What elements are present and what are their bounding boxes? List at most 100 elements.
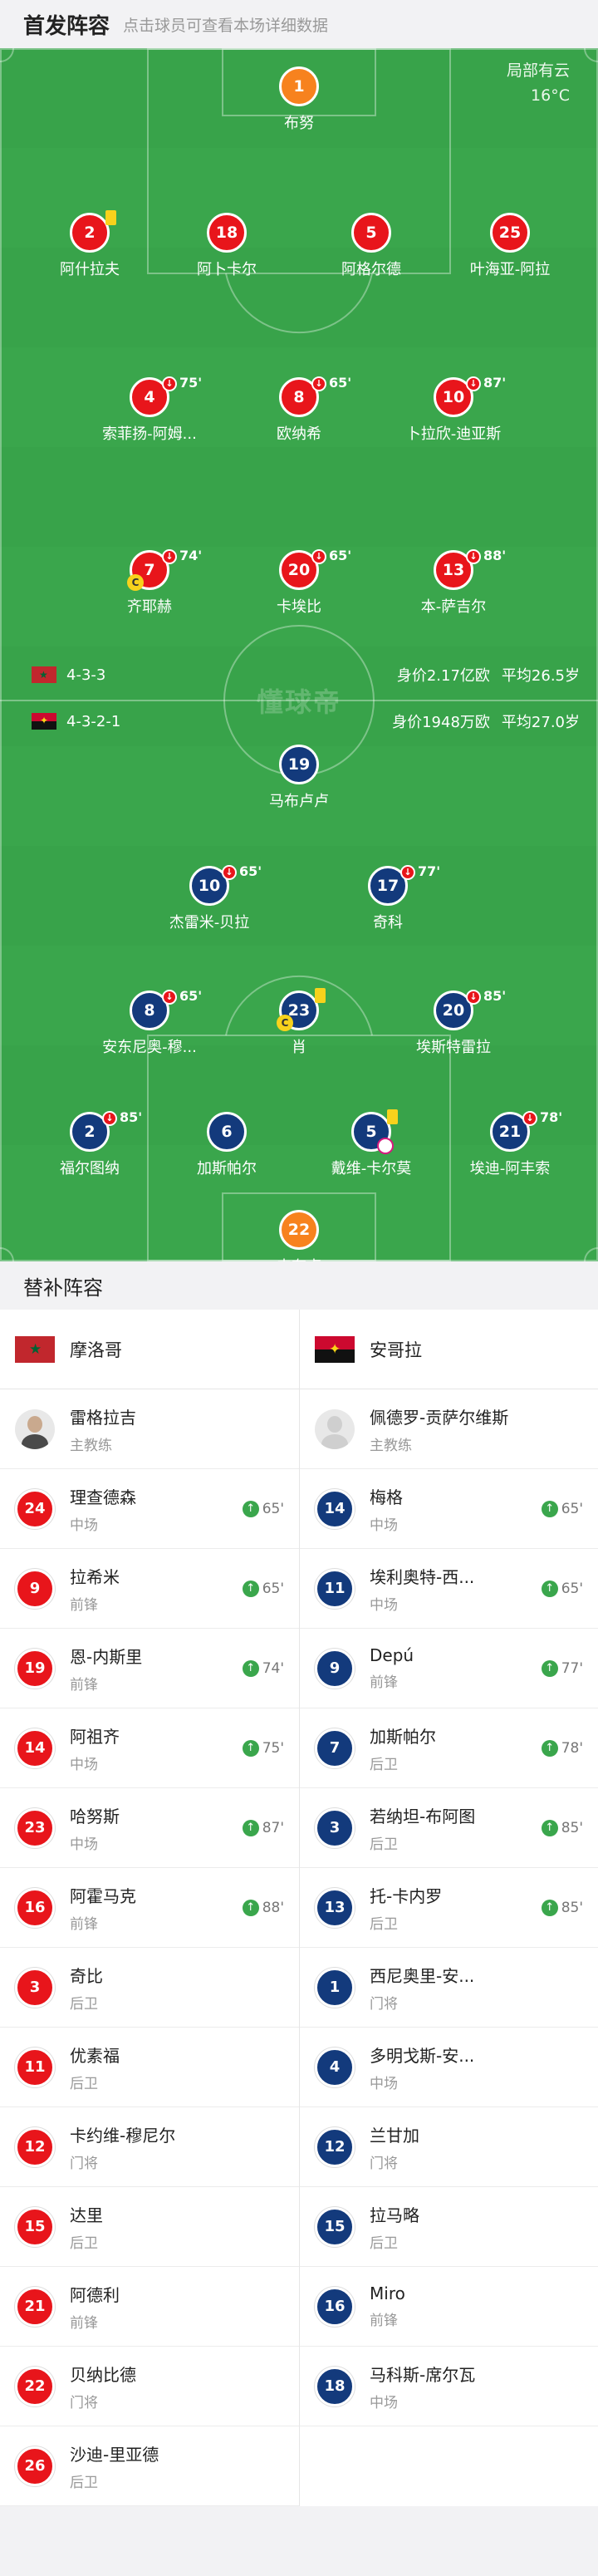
substitution-minute: 65' — [262, 1500, 284, 1517]
goal-ball-icon — [377, 1138, 394, 1154]
away-bench-player-row[interactable]: 18 马科斯-席尔瓦 中场 — [300, 2347, 598, 2426]
away-player[interactable]: 17 ↓ 77' 奇科 — [317, 863, 458, 932]
substitution-out-icon: ↓ — [162, 376, 177, 391]
home-player[interactable]: 1 布努 — [228, 66, 370, 133]
home-player[interactable]: 7 ↓ 74' C 齐耶赫 — [79, 548, 220, 617]
home-bench-player-row[interactable]: 11 优素福 后卫 — [0, 2028, 299, 2107]
player-name: 优素福 — [70, 2045, 120, 2066]
empty-row — [300, 2426, 598, 2506]
player-info: 贝纳比德 门将 — [70, 2362, 284, 2411]
player-name: 加斯帕尔 — [370, 1726, 436, 1747]
home-player[interactable]: 5 阿格尔德 — [301, 213, 442, 279]
jersey-number-badge: 8 ↓ 65' — [279, 375, 351, 417]
jersey-number-badge: 15 — [15, 2206, 55, 2247]
angola-flag-icon: ✦ — [315, 1335, 355, 1363]
player-name: 贝纳比德 — [70, 2364, 136, 2385]
substitution-out-icon: ↓ — [102, 1111, 117, 1126]
jersey-number-badge: 9 — [315, 1648, 355, 1689]
substitution-in-indicator: ↑ 77' — [541, 1659, 583, 1677]
jersey-number-badge: 26 — [15, 2446, 55, 2486]
home-bench-player-row[interactable]: 12 卡约维-穆尼尔 门将 — [0, 2107, 299, 2187]
away-bench-player-row[interactable]: 7 加斯帕尔 后卫 ↑ 78' — [300, 1708, 598, 1788]
away-bench-player-row[interactable]: 12 兰甘加 门将 — [300, 2107, 598, 2187]
player-info: 多明戈斯-安... 中场 — [370, 2043, 583, 2092]
away-player[interactable]: 23 C 肖 — [228, 988, 370, 1057]
away-team-name: 安哥拉 — [370, 1340, 422, 1360]
home-bench-player-row[interactable]: 26 沙迪-里亚德 后卫 — [0, 2426, 299, 2506]
player-info: 拉马略 后卫 — [370, 2202, 583, 2252]
player-position: 前锋 — [70, 1676, 98, 1694]
substitution-minute: 65' — [561, 1580, 583, 1597]
player-position: 前锋 — [70, 1915, 98, 1933]
away-player[interactable]: 22 内布卢 — [228, 1210, 370, 1261]
player-position: 前锋 — [370, 2313, 398, 2329]
yellow-card-icon — [315, 988, 326, 1003]
home-bench-player-row[interactable]: 15 达里 后卫 — [0, 2187, 299, 2267]
away-bench-player-row[interactable]: 14 梅格 中场 ↑ 65' — [300, 1469, 598, 1549]
jersey-number-badge: 12 — [315, 2126, 355, 2167]
home-player[interactable]: 18 阿卜卡尔 — [156, 213, 297, 279]
player-position: 后卫 — [370, 2234, 398, 2252]
home-bench-player-row[interactable]: 21 阿德利 前锋 — [0, 2267, 299, 2347]
home-bench-player-row[interactable]: 22 贝纳比德 门将 — [0, 2347, 299, 2426]
home-player[interactable]: 8 ↓ 65' 欧纳希 — [228, 375, 370, 444]
home-player[interactable]: 10 ↓ 87' 卜拉欣-迪亚斯 — [383, 375, 524, 444]
away-player[interactable]: 21 ↓ 78' 埃迪-阿丰索 — [439, 1109, 581, 1178]
home-player[interactable]: 13 ↓ 88' 本-萨吉尔 — [383, 548, 524, 617]
player-position: 中场 — [70, 1836, 98, 1853]
player-name: 恩-内斯里 — [70, 1646, 143, 1667]
home-bench-player-row[interactable]: 19 恩-内斯里 前锋 ↑ 74' — [0, 1629, 299, 1708]
bench-section: 替补阵容 ★ 摩洛哥 雷格拉吉 主教练 24 理查德森 中场 ↑ 65' 9 拉希米 前锋 ↑ 6… — [0, 1261, 598, 2506]
away-bench-column: ✦ 安哥拉 佩德罗-贡萨尔维斯 主教练 14 梅格 中场 ↑ 65' 11 埃利奥特-西..… — [299, 1310, 598, 2506]
away-player[interactable]: 8 ↓ 65' 安东尼奥-穆... — [79, 988, 220, 1057]
coach-name: 佩德罗-贡萨尔维斯 — [370, 1407, 509, 1428]
home-player[interactable]: 25 叶海亚-阿拉 — [439, 213, 581, 279]
away-bench-player-row[interactable]: 4 多明戈斯-安... 中场 — [300, 2028, 598, 2107]
player-name: 哈努斯 — [70, 1806, 120, 1826]
player-name: 奇比 — [70, 1965, 103, 1986]
substitution-in-indicator: ↑ 65' — [541, 1580, 583, 1597]
away-bench-player-row[interactable]: 9 Depú 前锋 ↑ 77' — [300, 1629, 598, 1708]
player-info: 梅格 中场 — [370, 1484, 542, 1534]
home-bench-player-row[interactable]: 16 阿霍马克 前锋 ↑ 88' — [0, 1868, 299, 1948]
away-player[interactable]: 10 ↓ 65' 杰雷米-贝拉 — [139, 863, 280, 932]
away-bench-player-row[interactable]: 15 拉马略 后卫 — [300, 2187, 598, 2267]
substitution-in-icon: ↑ — [541, 1899, 558, 1916]
substitution-in-icon: ↑ — [242, 1819, 259, 1836]
coach-role: 主教练 — [370, 1437, 412, 1454]
player-position: 门将 — [70, 2155, 98, 2172]
home-player[interactable]: 2 阿什拉夫 — [19, 210, 160, 279]
player-name: 多明戈斯-安... — [370, 2045, 475, 2066]
substitution-out-icon: ↓ — [311, 376, 326, 391]
away-bench-player-row[interactable]: 16 Miro 前锋 — [300, 2267, 598, 2347]
jersey-number-badge: 14 — [315, 1488, 355, 1529]
jersey-number-badge: 24 — [15, 1488, 55, 1529]
away-bench-player-row[interactable]: 1 西尼奥里-安... 门将 — [300, 1948, 598, 2028]
jersey-number-badge: 2 ↓ 85' — [70, 1109, 142, 1152]
home-bench-player-row[interactable]: 9 拉希米 前锋 ↑ 65' — [0, 1549, 299, 1629]
away-coach-row[interactable]: 佩德罗-贡萨尔维斯 主教练 — [300, 1389, 598, 1469]
away-player[interactable]: 19 马布卢卢 — [228, 745, 370, 811]
jersey-number-badge: 22 — [15, 2366, 55, 2406]
home-bench-player-row[interactable]: 3 奇比 后卫 — [0, 1948, 299, 2028]
away-bench-player-row[interactable]: 11 埃利奥特-西... 中场 ↑ 65' — [300, 1549, 598, 1629]
home-coach-row[interactable]: 雷格拉吉 主教练 — [0, 1389, 299, 1469]
player-info: 奇比 后卫 — [70, 1963, 284, 2013]
jersey-number-badge: 4 ↓ 75' — [130, 375, 202, 417]
home-player[interactable]: 4 ↓ 75' 索菲扬-阿姆... — [79, 375, 220, 444]
away-player[interactable]: 2 ↓ 85' 福尔图纳 — [19, 1109, 160, 1178]
away-player[interactable]: 6 加斯帕尔 — [156, 1112, 297, 1178]
home-bench-player-row[interactable]: 14 阿祖齐 中场 ↑ 75' — [0, 1708, 299, 1788]
home-bench-player-row[interactable]: 23 哈努斯 中场 ↑ 87' — [0, 1788, 299, 1868]
jersey-number-badge: 23 — [15, 1807, 55, 1848]
away-bench-player-row[interactable]: 3 若纳坦-布阿图 后卫 ↑ 85' — [300, 1788, 598, 1868]
away-player[interactable]: 20 ↓ 85' 埃斯特雷拉 — [383, 988, 524, 1057]
substitution-minute: 65' — [179, 988, 203, 1004]
home-bench-player-row[interactable]: 24 理查德森 中场 ↑ 65' — [0, 1469, 299, 1549]
morocco-flag-icon: ★ — [15, 1335, 55, 1363]
jersey-number-badge: 7 ↓ 74' C — [127, 548, 202, 591]
home-player[interactable]: 20 ↓ 65' 卡埃比 — [228, 548, 370, 617]
substitution-in-indicator: ↑ 85' — [541, 1819, 583, 1836]
away-bench-player-row[interactable]: 13 托-卡内罗 后卫 ↑ 85' — [300, 1868, 598, 1948]
away-player[interactable]: 5 戴维-卡尔莫 — [301, 1109, 442, 1178]
